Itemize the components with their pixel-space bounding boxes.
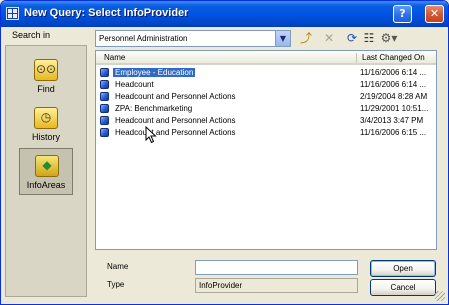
- item-name: Headcount and Personnel Actions: [115, 128, 236, 137]
- infocube-icon: [100, 116, 109, 125]
- item-name: Headcount: [115, 80, 154, 89]
- close-icon: ✕: [429, 7, 440, 20]
- resize-grip[interactable]: [435, 291, 445, 301]
- title-bar[interactable]: New Query: Select InfoProvider ? ✕: [1, 1, 448, 27]
- item-name: Headcount and Personnel Actions: [115, 92, 236, 101]
- up-folder-icon[interactable]: ⤴: [298, 30, 314, 46]
- list-header: Name Last Changed On: [96, 51, 436, 65]
- list-item[interactable]: ZPA: Benchmarketing 11/29/2001 10:51...: [96, 103, 436, 115]
- side-item-label: Find: [37, 84, 55, 94]
- infocube-icon: [100, 104, 109, 113]
- item-name: Employee - Education: [113, 68, 196, 77]
- delete-icon[interactable]: ✕: [321, 30, 337, 46]
- mouse-pointer-icon: [145, 126, 157, 144]
- search-in-label: Search in: [12, 30, 51, 40]
- list-item[interactable]: Headcount 11/16/2006 6:14 ...: [96, 79, 436, 91]
- list-item[interactable]: Headcount and Personnel Actions 2/19/200…: [96, 91, 436, 103]
- name-label: Name: [107, 262, 129, 271]
- dialog-window: New Query: Select InfoProvider ? ✕ Searc…: [0, 0, 449, 305]
- chevron-down-icon[interactable]: ▼: [275, 31, 290, 46]
- side-item-history[interactable]: ◷ History: [19, 101, 73, 148]
- side-item-label: History: [31, 132, 60, 142]
- binoculars-icon: ⊙⊙: [34, 59, 58, 81]
- infocube-icon: [100, 80, 109, 89]
- cancel-button[interactable]: Cancel: [370, 279, 436, 296]
- infoareas-icon: ◆: [35, 155, 59, 177]
- open-button[interactable]: Open: [370, 260, 436, 277]
- location-dropdown[interactable]: Personnel Administration ▼: [95, 30, 291, 47]
- side-item-infoareas[interactable]: ◆ InfoAreas: [19, 148, 73, 195]
- column-header-name[interactable]: Name: [104, 53, 125, 62]
- side-item-find[interactable]: ⊙⊙ Find: [19, 53, 73, 100]
- name-input[interactable]: [195, 260, 358, 275]
- tools-menu-icon[interactable]: ⚙▾: [378, 30, 400, 46]
- item-date: 11/16/2006 6:15 ...: [360, 128, 427, 137]
- help-button[interactable]: ?: [393, 5, 412, 23]
- type-value: InfoProvider: [199, 281, 243, 290]
- search-in-panel: ⊙⊙ Find ◷ History ◆ InfoAreas: [5, 45, 87, 297]
- window-title: New Query: Select InfoProvider: [24, 7, 189, 19]
- item-name: Headcount and Personnel Actions: [115, 116, 236, 125]
- infoprovider-list[interactable]: Name Last Changed On Employee - Educatio…: [95, 50, 437, 250]
- item-date: 11/29/2001 10:51...: [360, 104, 429, 113]
- app-icon: [6, 7, 19, 20]
- item-date: 2/19/2004 8:28 AM: [360, 92, 428, 101]
- infocube-icon: [100, 92, 109, 101]
- column-divider[interactable]: [356, 53, 357, 63]
- refresh-icon[interactable]: ⟳: [344, 30, 360, 46]
- item-date: 11/16/2006 6:14 ...: [360, 80, 427, 89]
- close-button[interactable]: ✕: [425, 5, 444, 23]
- history-icon: ◷: [34, 107, 58, 129]
- item-date: 11/16/2006 6:14 ...: [360, 68, 427, 77]
- column-header-last-changed[interactable]: Last Changed On: [362, 53, 425, 62]
- location-value: Personnel Administration: [99, 34, 188, 43]
- item-name: ZPA: Benchmarketing: [115, 104, 193, 113]
- details-view-icon[interactable]: ☷: [361, 30, 377, 46]
- infocube-icon: [100, 128, 109, 137]
- help-icon: ?: [399, 7, 406, 20]
- infocube-icon: [100, 68, 109, 77]
- type-field: InfoProvider: [195, 278, 358, 293]
- type-label: Type: [107, 280, 125, 289]
- list-item[interactable]: Employee - Education 11/16/2006 6:14 ...: [96, 67, 436, 79]
- item-date: 3/4/2013 3:47 PM: [360, 116, 424, 125]
- side-item-label: InfoAreas: [26, 180, 66, 190]
